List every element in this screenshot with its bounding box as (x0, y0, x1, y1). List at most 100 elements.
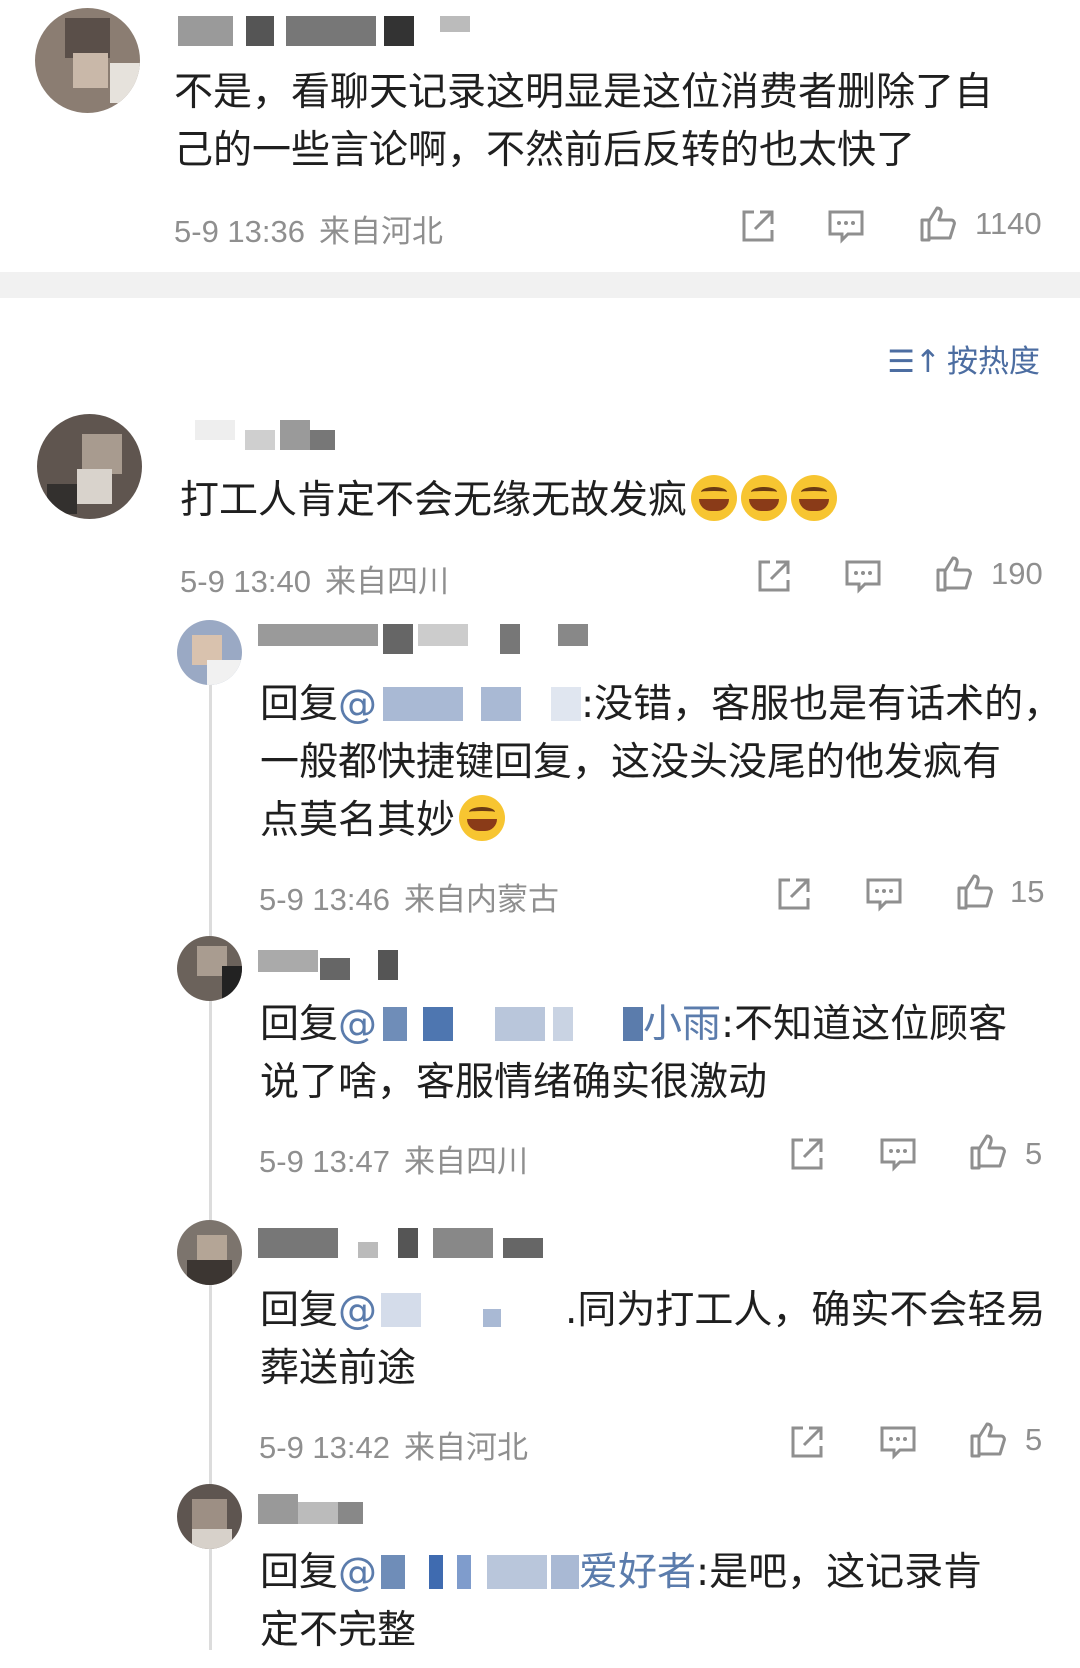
username-masked[interactable] (258, 950, 418, 980)
like-count: 5 (1025, 1136, 1043, 1171)
masked-username (423, 1007, 454, 1041)
masked-username (483, 1309, 502, 1327)
username-masked[interactable] (258, 1228, 558, 1258)
masked-username (381, 1555, 406, 1589)
comment-icon[interactable] (843, 556, 883, 596)
laughing-emoji-icon (459, 795, 506, 841)
comment-text: 打工人肯定不会无缘无故发疯 (180, 472, 838, 530)
reply-text: 回复@:没错，客服也是有话术的， 一般都快捷键回复，这没头没尾的他发疯有 点莫名… (260, 676, 1062, 850)
reply-location: 来自内蒙古 (404, 882, 559, 917)
comment-icon[interactable] (878, 1134, 918, 1174)
reply-line: 一般都快捷键回复，这没头没尾的他发疯有 (260, 740, 1002, 785)
reply-prefix: 回复 (260, 1550, 339, 1595)
username-masked[interactable] (178, 16, 478, 46)
reply-line: 回复@ 小雨:不知道这位顾客 (260, 996, 1007, 1054)
mention-link[interactable]: @ (338, 682, 582, 727)
comment-icon[interactable] (864, 874, 904, 914)
like-count: 190 (991, 556, 1043, 591)
avatar[interactable] (177, 1220, 242, 1285)
reply-prefix: 回复 (260, 1288, 339, 1333)
mention-link[interactable]: @ (338, 1288, 566, 1333)
comment-icon[interactable] (878, 1422, 918, 1462)
masked-username (525, 1293, 566, 1327)
username-masked[interactable] (195, 420, 345, 450)
comment-location: 来自四川 (325, 564, 449, 599)
share-icon[interactable] (787, 1134, 827, 1174)
masked-username (495, 1007, 546, 1041)
reply-location: 来自四川 (404, 1144, 528, 1179)
avatar[interactable] (177, 1484, 242, 1549)
reply-meta: 5-9 13:46 来自内蒙古 (259, 874, 559, 919)
reply-location: 来自河北 (404, 1430, 528, 1465)
reply-content: :不知道这位顾客 (721, 1002, 1008, 1047)
reply-prefix: 回复 (260, 1002, 339, 1047)
comment-meta: 5-9 13:40 来自四川 (180, 556, 449, 601)
reply-time: 5-9 13:42 (259, 1430, 390, 1465)
mention-link[interactable]: @ 小雨 (338, 1002, 721, 1047)
mention-tail: 小雨 (643, 1002, 722, 1047)
reply-meta: 5-9 13:42 来自河北 (259, 1422, 528, 1467)
sort-label: 按热度 (947, 344, 1040, 380)
reply-line: 回复@:没错，客服也是有话术的， (260, 676, 1062, 734)
reply-text: 回复@ 爱好者:是吧，这记录肯 定不完整 (260, 1544, 982, 1660)
comment-line: 己的一些言论啊，不然前后反转的也太快了 (174, 128, 916, 173)
like-count: 1140 (975, 206, 1042, 241)
reply-line: 说了啥，客服情绪确实很激动 (260, 1060, 768, 1105)
like-icon[interactable] (968, 1132, 1008, 1172)
reply-prefix: 回复 (260, 682, 339, 727)
share-icon[interactable] (738, 206, 778, 246)
mention-tail: 爱好者 (579, 1550, 697, 1595)
mention-at: @ (338, 1550, 378, 1595)
masked-username (551, 687, 582, 721)
reply-content: :是吧，这记录肯 (696, 1550, 983, 1595)
comment-time: 5-9 13:36 (174, 214, 305, 249)
share-icon[interactable] (787, 1422, 827, 1462)
share-icon[interactable] (754, 556, 794, 596)
sort-icon: ☰↑ (887, 344, 941, 380)
reply-text: 回复@ 小雨:不知道这位顾客 说了啥，客服情绪确实很激动 (260, 996, 1007, 1112)
like-icon[interactable] (918, 204, 958, 244)
username-masked[interactable] (258, 624, 598, 654)
reply-content: 点莫名其妙 (260, 798, 456, 843)
masked-username (551, 1555, 580, 1589)
like-icon[interactable] (955, 872, 995, 912)
masked-username (383, 687, 464, 721)
comment-text: 不是，看聊天记录这明显是这位消费者删除了自 己的一些言论啊，不然前后反转的也太快… (174, 64, 993, 180)
reply-line: 点莫名其妙 (260, 792, 1062, 850)
laughing-emoji-icon (741, 475, 788, 521)
masked-username (429, 1555, 444, 1589)
masked-username (481, 687, 522, 721)
mention-at: @ (338, 1002, 378, 1047)
comment-meta: 5-9 13:36 来自河北 (174, 206, 443, 251)
avatar[interactable] (177, 620, 242, 685)
like-icon[interactable] (934, 554, 974, 594)
masked-username (623, 1007, 644, 1041)
comment-icon[interactable] (826, 206, 866, 246)
username-masked[interactable] (258, 1494, 368, 1524)
like-count: 5 (1025, 1422, 1043, 1457)
share-icon[interactable] (774, 874, 814, 914)
reply-line: 回复@ 爱好者:是吧，这记录肯 (260, 1544, 982, 1602)
comment-location: 来自河北 (319, 214, 443, 249)
mention-link[interactable]: @ 爱好者 (338, 1550, 696, 1595)
like-count: 15 (1010, 874, 1045, 909)
laughing-emoji-icon (791, 475, 838, 521)
avatar[interactable] (35, 8, 140, 113)
reply-line: 回复@ .同为打工人，确实不会轻易 (260, 1282, 1045, 1340)
masked-username (383, 1007, 408, 1041)
like-icon[interactable] (968, 1420, 1008, 1460)
masked-username (487, 1555, 548, 1589)
masked-username (457, 1555, 472, 1589)
avatar[interactable] (37, 414, 142, 519)
mention-at: @ (338, 1288, 378, 1333)
section-divider (0, 272, 1080, 298)
reply-time: 5-9 13:46 (259, 882, 390, 917)
comment-line: 打工人肯定不会无缘无故发疯 (180, 478, 688, 523)
reply-content: :没错，客服也是有话术的， (581, 682, 1063, 727)
masked-username (553, 1007, 574, 1041)
laughing-emoji-icon (691, 475, 738, 521)
reply-time: 5-9 13:47 (259, 1144, 390, 1179)
sort-by-heat-button[interactable]: ☰↑ 按热度 (887, 336, 1040, 381)
reply-meta: 5-9 13:47 来自四川 (259, 1136, 528, 1181)
avatar[interactable] (177, 936, 242, 1001)
